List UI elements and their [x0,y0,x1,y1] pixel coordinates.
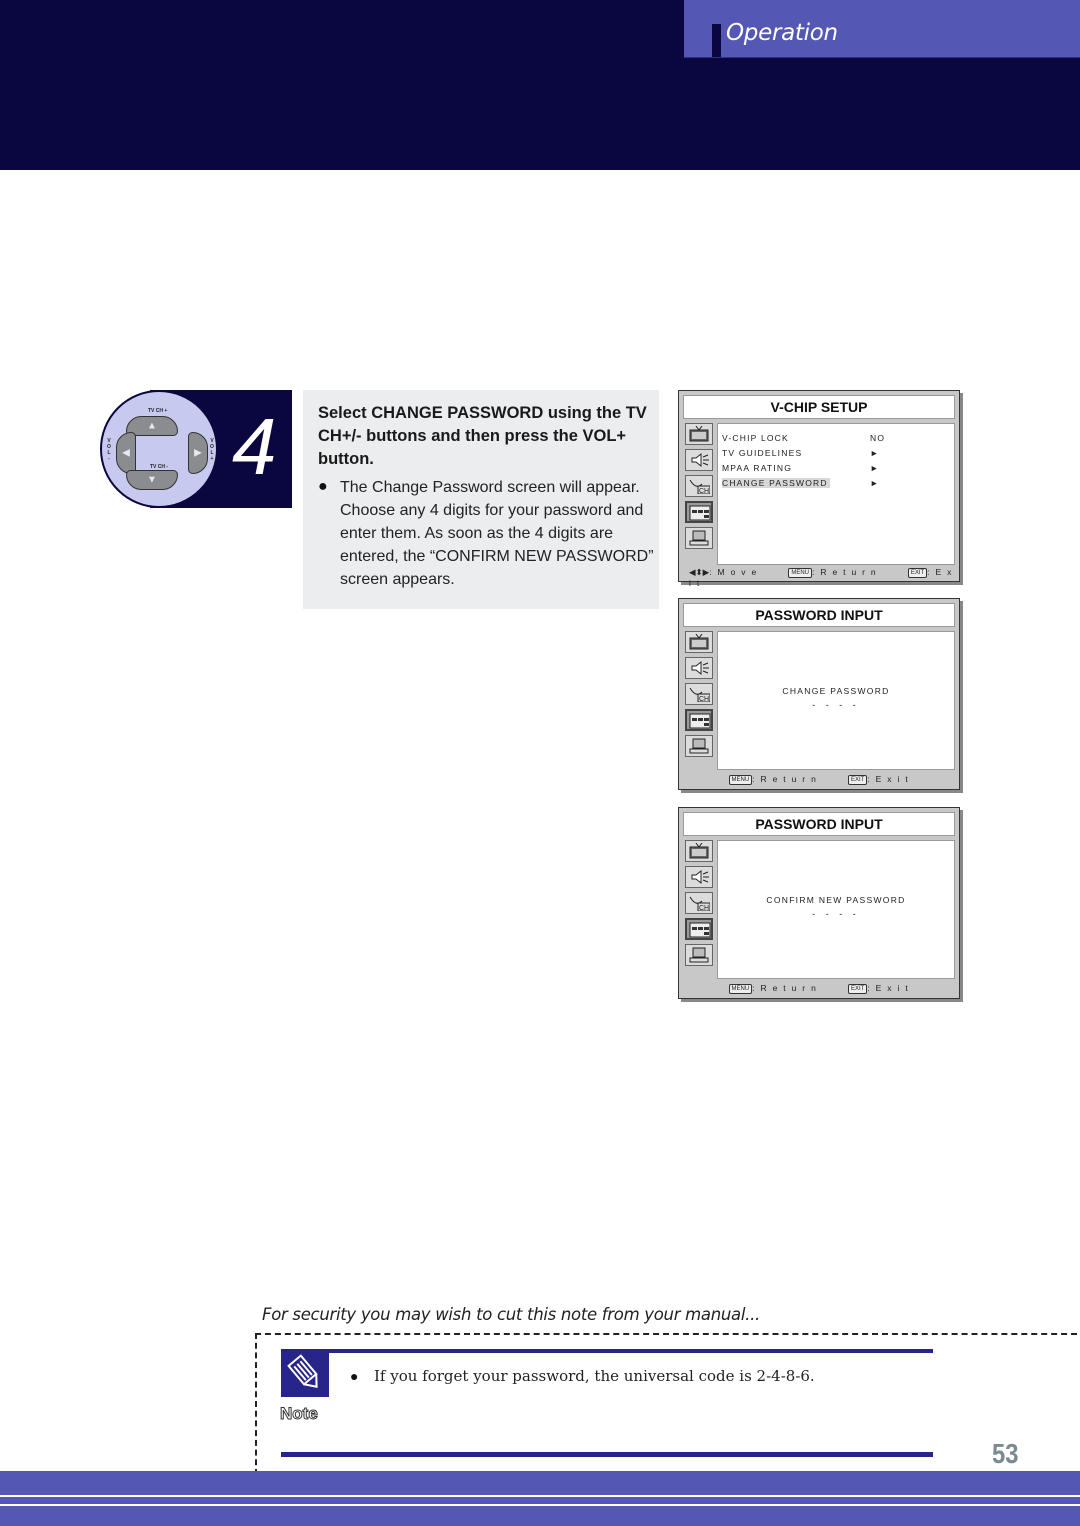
osd-title: PASSWORD INPUT [683,603,955,627]
osd-title: PASSWORD INPUT [683,812,955,836]
note-rule-bottom [281,1452,933,1457]
step-badge: TV CH + ▲ ◀ ▶ TV CH - ▼ V O L - V O L + … [100,390,292,508]
exit-key-icon: EXIT [907,567,928,578]
vol-down-label: V O L - [107,438,111,462]
bullet-icon: ● [350,1368,359,1384]
picture-icon [685,423,713,445]
menu-item-tv-guidelines[interactable]: TV GUIDELINES ► [722,447,878,459]
move-arrows-icon: ◀⬍▶ [689,567,710,577]
ch-down-button-icon: ▼ [126,470,178,490]
remote-pad-illustration: TV CH + ▲ ◀ ▶ TV CH - ▼ V O L - V O L + [100,390,218,508]
exit-key-icon: EXIT [847,983,868,994]
osd-footer: MENU: R e t u r n EXIT: E x i t [679,774,959,785]
instruction-box: Select CHANGE PASSWORD using the TV CH+/… [303,390,659,609]
svg-text:CH: CH [699,488,709,494]
pc-icon [685,944,713,966]
vol-down-button-icon: ◀ [116,432,136,474]
section-tab: Operation [684,0,1080,58]
pc-icon [685,735,713,757]
osd-title: V-CHIP SETUP [683,395,955,419]
pencil-icon [281,1349,329,1397]
tv-ch-up-label: TV CH + [148,408,168,414]
menu-key-icon: MENU [788,567,813,578]
note-rule-top [329,1349,933,1353]
picture-icon [685,631,713,653]
osd-password-input-confirm: PASSWORD INPUT CH CONFIRM NEW PASSWORD -… [678,807,960,999]
osd-password-input-change: PASSWORD INPUT CH CHANGE PASSWORD - - - … [678,598,960,790]
picture-icon [685,840,713,862]
setup-icon [685,918,713,940]
osd-password-panel: CONFIRM NEW PASSWORD - - - - [717,840,955,979]
password-prompt: CHANGE PASSWORD [782,686,890,696]
sound-icon [685,449,713,471]
section-marker [712,24,721,57]
setup-icon [685,501,713,523]
note-text: If you forget your password, the univers… [374,1367,815,1385]
channel-icon: CH [685,475,713,497]
page-number: 53 [992,1438,1019,1469]
instruction-heading: Select CHANGE PASSWORD using the TV CH+/… [318,404,647,468]
bullet-icon: ● [318,478,328,495]
pc-icon [685,527,713,549]
sound-icon [685,866,713,888]
menu-key-icon: MENU [728,983,753,994]
osd-password-panel: CHANGE PASSWORD - - - - [717,631,955,770]
vol-up-label: V O L + [210,438,214,462]
password-field[interactable]: - - - - [718,700,954,710]
security-caption: For security you may wish to cut this no… [262,1305,760,1324]
menu-key-icon: MENU [728,774,753,785]
svg-text:CH: CH [699,905,709,911]
password-field[interactable]: - - - - [718,909,954,919]
footer-band [0,1471,1080,1526]
channel-icon: CH [685,683,713,705]
step-number: 4 [232,402,277,491]
osd-menu-panel: V-CHIP LOCK NO TV GUIDELINES ► MPAA RATING… [717,423,955,565]
menu-item-mpaa-rating[interactable]: MPAA RATING ► [722,462,878,474]
section-title: Operation [726,20,838,46]
vol-up-button-icon: ▶ [188,432,208,474]
password-prompt: CONFIRM NEW PASSWORD [766,895,906,905]
osd-footer: MENU: R e t u r n EXIT: E x i t [679,983,959,994]
exit-key-icon: EXIT [847,774,868,785]
svg-text:CH: CH [699,696,709,702]
osd-footer: ◀⬍▶: M o v e MENU: R e t u r n EXIT: E x… [689,567,954,588]
note-label: Note [280,1404,319,1424]
menu-item-vchip-lock[interactable]: V-CHIP LOCK NO [722,432,884,444]
sound-icon [685,657,713,679]
setup-icon [685,709,713,731]
instruction-body: The Change Password screen will appear. … [340,479,654,588]
osd-vchip-setup: V-CHIP SETUP CH V-CHIP LOCK NO TV GUIDELI… [678,390,960,588]
channel-icon: CH [685,892,713,914]
menu-item-change-password[interactable]: CHANGE PASSWORD ► [722,477,878,489]
